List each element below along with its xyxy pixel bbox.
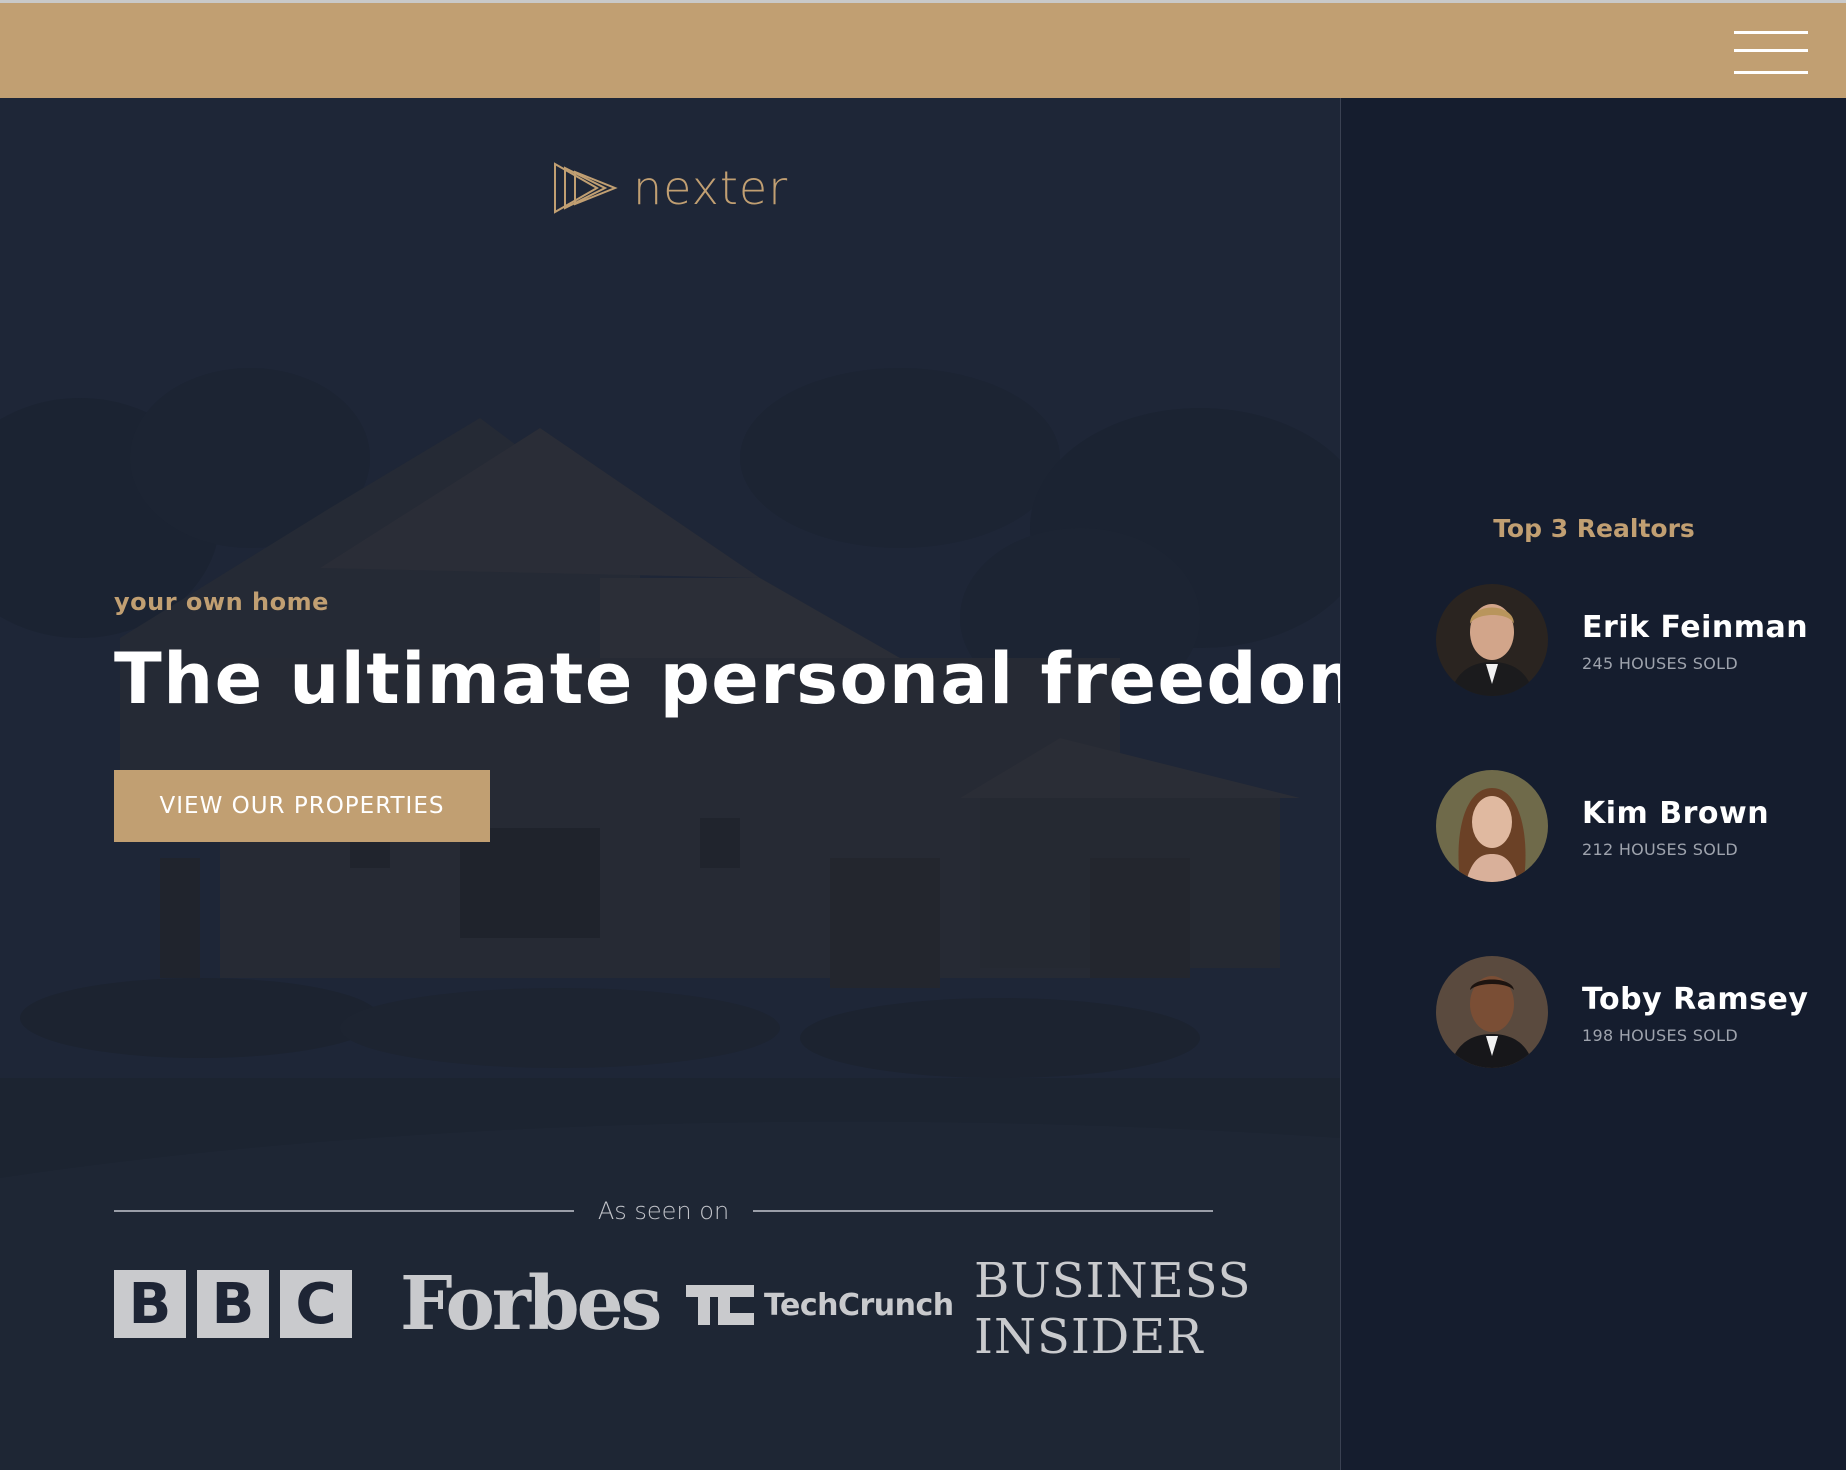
avatar [1436,584,1548,696]
realtor-houses-sold: 245 HOUSES SOLD [1582,654,1738,673]
realtor-name: Kim Brown [1582,796,1770,831]
business-insider-line: INSIDER [974,1309,1204,1365]
techcrunch-wordmark: TechCrunch [764,1287,954,1323]
as-seen-on-divider: As seen on [114,1196,1214,1226]
nexter-logo[interactable]: nexter [553,160,788,216]
realtor-name: Erik Feinman [1582,610,1809,645]
business-insider-line: BUSINESS [974,1253,1252,1309]
top-bar [0,0,1846,98]
avatar [1436,956,1548,1068]
view-properties-button[interactable]: VIEW OUR PROPERTIES [114,770,490,842]
business-insider-logo: BUSINESS INSIDER [974,1253,1252,1365]
bbc-letter: B [197,1270,269,1338]
avatar [1436,770,1548,882]
play-triangles-logo-icon [554,162,618,214]
hero-subtitle: your own home [114,588,329,616]
techcrunch-mark-icon [686,1285,754,1325]
divider-line-right [753,1210,1214,1212]
techcrunch-logo: TechCrunch [686,1285,954,1325]
bbc-letter: C [280,1270,352,1338]
bbc-letter: B [114,1270,186,1338]
realtors-heading: Top 3 Realtors [1493,514,1695,543]
realtors-sidebar: Top 3 Realtors Erik Feinman 245 HOUSES S… [1340,98,1846,1470]
realtor-card[interactable]: Kim Brown 212 HOUSES SOLD [1436,770,1836,882]
divider-line-left [114,1210,574,1212]
logo-wordmark: nexter [633,161,789,215]
realtor-houses-sold: 212 HOUSES SOLD [1582,840,1738,859]
bbc-logo: B B C [114,1270,352,1338]
hero-headline: The ultimate personal freedom [114,638,1340,720]
forbes-logo: Forbes [400,1261,662,1347]
press-logos: B B C Forbes TechCrunch BUSINESS INSIDER [114,1253,1251,1365]
realtor-card[interactable]: Toby Ramsey 198 HOUSES SOLD [1436,956,1836,1068]
as-seen-on-label: As seen on [597,1197,730,1225]
realtor-houses-sold: 198 HOUSES SOLD [1582,1026,1738,1045]
realtor-card[interactable]: Erik Feinman 245 HOUSES SOLD [1436,584,1836,696]
realtor-name: Toby Ramsey [1582,982,1809,1017]
hamburger-menu-icon[interactable] [1734,29,1808,77]
hero-section: nexter your own home The ultimate person… [0,98,1340,1470]
